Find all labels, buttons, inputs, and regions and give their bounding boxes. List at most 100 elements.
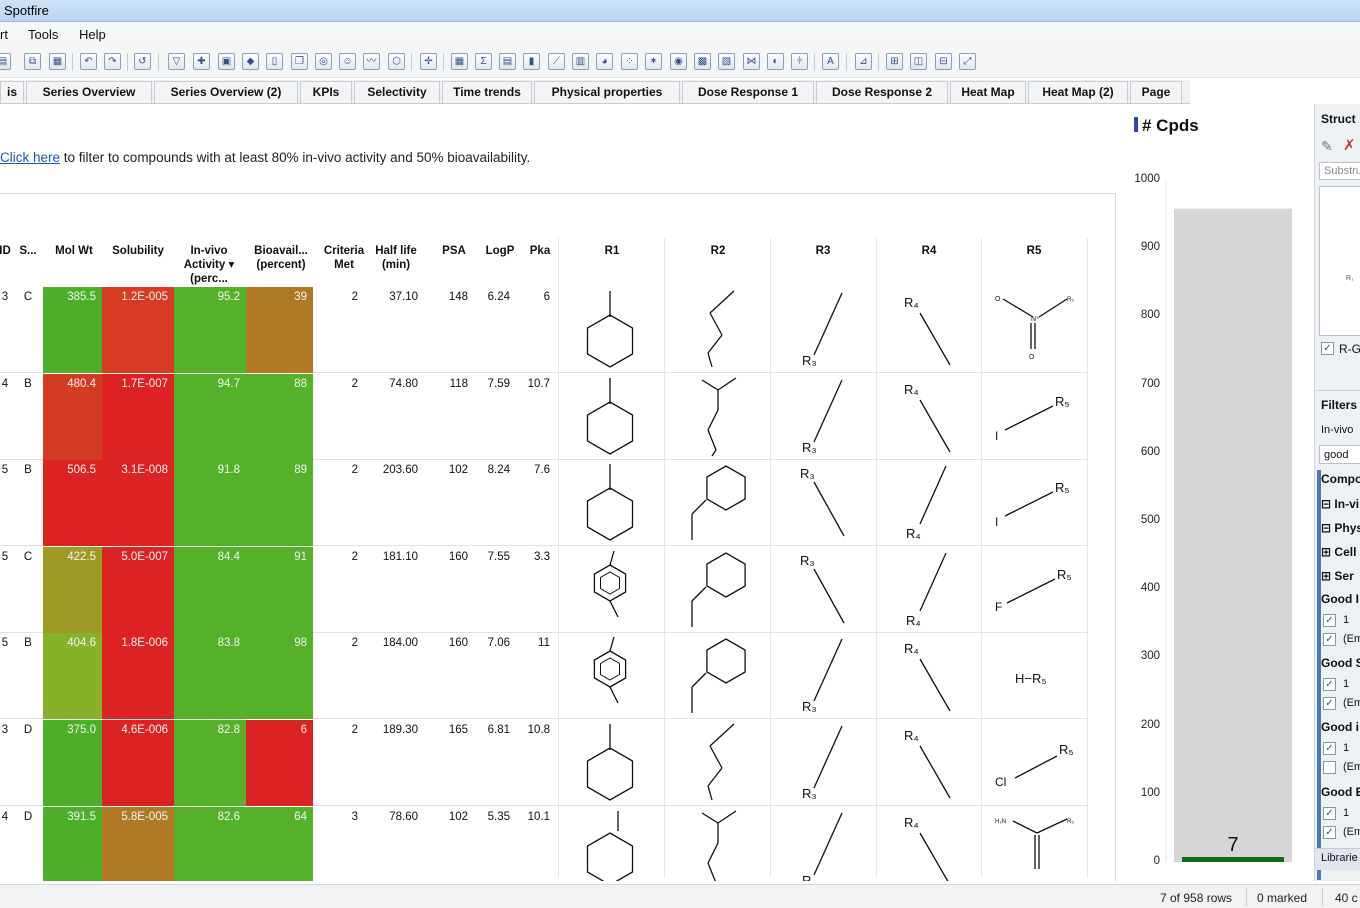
structure-sketch-area[interactable]: R₁ xyxy=(1319,186,1360,336)
col-header-logp[interactable]: LogP xyxy=(480,244,520,258)
clear-filter-icon[interactable]: ✗ xyxy=(1343,136,1356,154)
visualization-icon[interactable]: ⊿ xyxy=(855,53,872,70)
substructure-search-input[interactable]: Substru xyxy=(1319,162,1360,180)
table-icon[interactable]: ▦ xyxy=(451,53,468,70)
good3-value-1-checkbox[interactable]: ✓ xyxy=(1323,742,1336,755)
pie-chart-icon[interactable]: ◕ xyxy=(596,53,613,70)
lasso-icon[interactable]: ◎ xyxy=(315,53,332,70)
tab-selectivity[interactable]: Selectivity xyxy=(354,81,440,103)
tab-page[interactable]: Page xyxy=(1130,81,1182,103)
col-header-in-vivo[interactable]: In-vivo Activity ▾ (perc... xyxy=(176,244,242,286)
filter-group-serum[interactable]: ⊞ Ser xyxy=(1321,569,1354,583)
reset-icon[interactable]: ↺ xyxy=(134,53,151,70)
table-row[interactable]: 3 C 385.5 1.2E-005 95.2 39 2 37.10 148 6.24 6 R₃ R₄ O… xyxy=(0,287,1088,373)
tab-series-overview[interactable]: Series Overview xyxy=(26,81,152,103)
table-row[interactable]: 4 D 391.5 5.8E-005 82.6 64 3 78.60 102 5.35 10.1 R₃… xyxy=(0,806,1088,881)
filter-group-physical[interactable]: ⊟ Phys xyxy=(1321,521,1360,535)
table-row[interactable]: 4 B 480.4 1.7E-007 94.7 88 2 74.80 118 7.59 10.7 R₃… xyxy=(0,373,1088,460)
col-header-bioavail[interactable]: Bioavail... (percent) xyxy=(248,244,314,272)
col-header-solubility[interactable]: Solubility xyxy=(104,244,172,258)
tab-time-trends[interactable]: Time trends xyxy=(442,81,532,103)
in-vivo-filter-input[interactable]: good xyxy=(1319,445,1360,464)
heat-map-icon[interactable]: ▧ xyxy=(718,53,735,70)
col-header-criteria[interactable]: Criteria Met xyxy=(318,244,370,272)
good4-value-1-checkbox[interactable]: ✓ xyxy=(1323,807,1336,820)
tab-physical-properties[interactable]: Physical properties xyxy=(534,81,680,103)
col-header-r5[interactable]: R5 xyxy=(1014,244,1054,258)
col-header-r2[interactable]: R2 xyxy=(698,244,738,258)
people-icon[interactable]: ☺ xyxy=(339,53,356,70)
filter-group-in-vivo[interactable]: ⊟ In-vi xyxy=(1321,497,1359,511)
filter-icon[interactable]: ▽ xyxy=(168,53,185,70)
good1-empty-checkbox[interactable]: ✓ xyxy=(1323,633,1336,646)
bookmark-icon[interactable]: ▯ xyxy=(266,53,283,70)
line-chart-icon[interactable]: ⟋ xyxy=(548,53,565,70)
compounds-group[interactable]: Compo xyxy=(1321,472,1360,486)
filter-group-cell[interactable]: ⊞ Cell xyxy=(1321,545,1356,559)
details-icon[interactable]: ▣ xyxy=(218,53,235,70)
edit-icon[interactable]: ✎ xyxy=(1321,138,1333,155)
bar-total[interactable] xyxy=(1174,208,1292,863)
libraries-group[interactable]: Librarie xyxy=(1321,852,1358,864)
col-header-r1[interactable]: R1 xyxy=(592,244,632,258)
parallel-coordinates-icon[interactable]: ⋈ xyxy=(743,53,760,70)
layout-columns-icon[interactable]: ◫ xyxy=(910,53,927,70)
table-row[interactable]: 3 D 375.0 4.6E-006 82.8 6 2 189.30 165 6.81 10.8 R₃… xyxy=(0,720,1088,806)
summary-table-icon[interactable]: ◐ xyxy=(767,53,784,70)
tab-series-overview-2[interactable]: Series Overview (2) xyxy=(154,81,298,103)
copy-icon[interactable]: ⧉ xyxy=(24,53,41,70)
wave-icon[interactable]: 〰 xyxy=(363,53,380,70)
table-row[interactable]: 5 C 422.5 5.0E-007 84.4 91 2 181.10 160 7.55 3.3 R₃… xyxy=(0,546,1088,633)
map-icon[interactable]: ◉ xyxy=(670,53,687,70)
bar-filtered[interactable] xyxy=(1182,857,1284,862)
rgroup-checkbox[interactable]: ✓ xyxy=(1321,342,1334,355)
maximize-icon[interactable]: ⤢ xyxy=(959,53,976,70)
cross-table-icon[interactable]: Σ xyxy=(475,53,492,70)
scatter-plot-icon[interactable]: ⁘ xyxy=(621,53,638,70)
tab-heat-map[interactable]: Heat Map xyxy=(950,81,1026,103)
good1-value-1-checkbox[interactable]: ✓ xyxy=(1323,614,1336,627)
chart-plot-area[interactable]: 7 xyxy=(1118,104,1312,881)
table-row[interactable]: 5 B 404.6 1.8E-006 83.8 98 2 184.00 160 7.06 11 R₃ R… xyxy=(0,633,1088,720)
col-header-half-life[interactable]: Half life (min) xyxy=(372,244,420,272)
col-header-r3[interactable]: R3 xyxy=(803,244,843,258)
col-header-pka[interactable]: Pka xyxy=(522,244,558,258)
treemap-icon[interactable]: ▩ xyxy=(694,53,711,70)
add-page-icon[interactable]: ✛ xyxy=(420,53,437,70)
tab-dose-response-2[interactable]: Dose Response 2 xyxy=(816,81,948,103)
tab-dose-response-1[interactable]: Dose Response 1 xyxy=(682,81,814,103)
col-header-mol-wt[interactable]: Mol Wt xyxy=(46,244,102,258)
tag-icon[interactable]: ✚ xyxy=(193,53,210,70)
tab-kpis[interactable]: KPIs xyxy=(300,81,352,103)
good4-empty-checkbox[interactable]: ✓ xyxy=(1323,826,1336,839)
layout-grid-icon[interactable]: ⊞ xyxy=(886,53,903,70)
table-row[interactable]: 5 B 506.5 3.1E-008 91.8 89 2 203.60 102 8.24 7.6 R₃… xyxy=(0,460,1088,547)
text-area-icon[interactable]: A xyxy=(822,53,839,70)
layout-rows-icon[interactable]: ⊟ xyxy=(935,53,952,70)
combo-chart-icon[interactable]: ▥ xyxy=(572,53,589,70)
3d-scatter-icon[interactable]: ✶ xyxy=(645,53,662,70)
filter-link[interactable]: Click here xyxy=(0,150,60,165)
paste-icon[interactable]: ▦ xyxy=(49,53,66,70)
good2-empty-checkbox[interactable]: ✓ xyxy=(1323,697,1336,710)
col-header-series[interactable]: S... xyxy=(16,244,40,258)
tab-analysis[interactable]: is xyxy=(0,81,24,103)
good2-value-1-checkbox[interactable]: ✓ xyxy=(1323,678,1336,691)
undo-icon[interactable]: ↶ xyxy=(80,53,97,70)
col-header-r4[interactable]: R4 xyxy=(909,244,949,258)
graphical-table-icon[interactable]: ▤ xyxy=(499,53,516,70)
redo-icon[interactable]: ↷ xyxy=(104,53,121,70)
layers-icon[interactable]: ❐ xyxy=(291,53,308,70)
tab-heat-map-2[interactable]: Heat Map (2) xyxy=(1028,81,1128,103)
export-icon[interactable]: ▤ xyxy=(0,53,11,70)
box-plot-icon[interactable]: ⫩ xyxy=(791,53,808,70)
menu-tools[interactable]: Tools xyxy=(28,27,58,42)
col-header-id[interactable]: ID xyxy=(0,244,12,258)
bar-chart-icon[interactable]: ▮ xyxy=(523,53,540,70)
menu-insert[interactable]: rt xyxy=(0,27,8,42)
col-header-psa[interactable]: PSA xyxy=(436,244,472,258)
cube-icon[interactable]: ⬡ xyxy=(388,53,405,70)
label-icon[interactable]: ◆ xyxy=(242,53,259,70)
good3-empty-checkbox[interactable] xyxy=(1323,761,1336,774)
menu-help[interactable]: Help xyxy=(79,27,106,42)
